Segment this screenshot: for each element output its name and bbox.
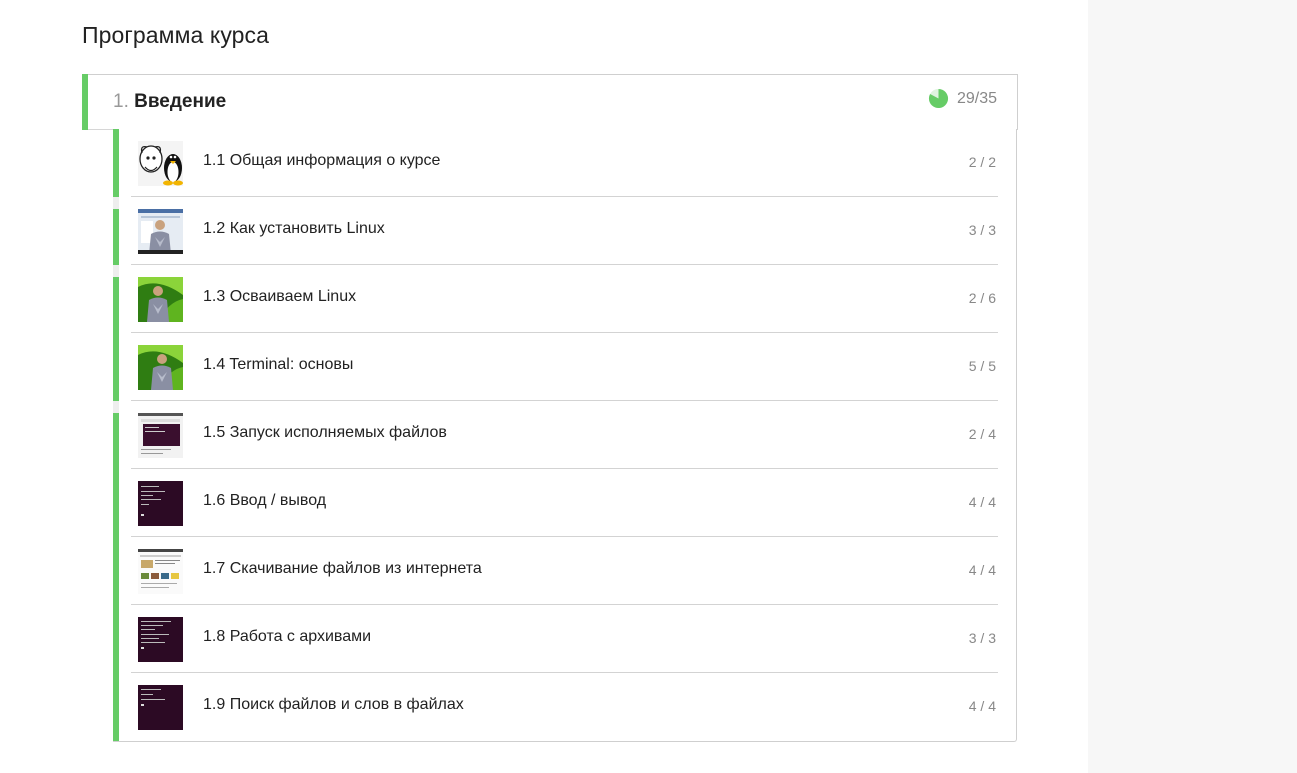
lesson-status-gap xyxy=(113,197,119,209)
lesson-status-bar xyxy=(113,605,119,673)
page-title: Программа курса xyxy=(82,22,270,48)
module-header[interactable]: 1. Введение 29/35 xyxy=(82,74,1018,130)
lesson-item[interactable]: 1.4 Terminal: основы 5 / 5 xyxy=(113,333,1016,401)
module-title[interactable]: 1. Введение xyxy=(113,91,226,113)
terminal-screenshot-icon xyxy=(138,481,183,526)
lesson-item[interactable]: 1.8 Работа с архивами 3 / 3 xyxy=(113,605,1016,673)
lesson-step-count: 4 / 4 xyxy=(968,494,996,510)
lesson-status-bar xyxy=(113,333,119,401)
module-progress: 29/35 xyxy=(928,88,997,109)
lesson-item[interactable]: 1.5 Запуск исполняемых файлов 2 / 4 xyxy=(113,401,1016,469)
presenter-video-icon xyxy=(138,209,183,254)
lesson-title[interactable]: 1.6 Ввод / вывод xyxy=(203,492,326,510)
lesson-item[interactable]: 1.3 Осваиваем Linux 2 / 6 xyxy=(113,265,1016,333)
tux-gnu-icon xyxy=(138,141,183,186)
course-module: 1. Введение 29/35 1.1 Общая информация о… xyxy=(82,74,1018,743)
lesson-status-bar xyxy=(113,129,119,197)
lesson-list: 1.1 Общая информация о курсе 2 / 2 1.2 К… xyxy=(113,129,1017,742)
lesson-title[interactable]: 1.8 Работа с архивами xyxy=(203,628,371,646)
lesson-status-bar xyxy=(113,413,119,469)
lesson-title[interactable]: 1.3 Осваиваем Linux xyxy=(203,288,356,306)
lesson-status-bar xyxy=(113,277,119,333)
lesson-status-bar xyxy=(113,209,119,265)
module-progress-text: 29/35 xyxy=(956,89,997,107)
website-screenshot-icon xyxy=(138,549,183,594)
module-progress-bar xyxy=(82,74,88,130)
lesson-step-count: 2 / 2 xyxy=(968,154,996,170)
terminal-screenshot-icon xyxy=(138,617,183,662)
presenter-green-video-icon xyxy=(138,345,183,390)
terminal-screenshot-icon xyxy=(138,413,183,458)
module-number: 1. xyxy=(113,91,129,112)
lesson-status-bar xyxy=(113,469,119,537)
lesson-status-gap xyxy=(113,265,119,277)
lesson-step-count: 2 / 6 xyxy=(968,290,996,306)
lesson-step-count: 4 / 4 xyxy=(968,562,996,578)
lesson-item[interactable]: 1.1 Общая информация о курсе 2 / 2 xyxy=(113,129,1016,197)
lesson-title[interactable]: 1.9 Поиск файлов и слов в файлах xyxy=(203,696,464,714)
progress-pie-icon xyxy=(928,88,948,109)
lesson-title[interactable]: 1.5 Запуск исполняемых файлов xyxy=(203,424,447,442)
lesson-item[interactable]: 1.7 Скачивание файлов из интернета 4 / 4 xyxy=(113,537,1016,605)
lesson-step-count: 2 / 4 xyxy=(968,426,996,442)
lesson-title[interactable]: 1.7 Скачивание файлов из интернета xyxy=(203,560,482,578)
lesson-title[interactable]: 1.2 Как установить Linux xyxy=(203,220,385,238)
lesson-status-bar xyxy=(113,537,119,605)
lesson-status-gap xyxy=(113,401,119,413)
lesson-status-bar xyxy=(113,673,119,741)
lesson-item[interactable]: 1.6 Ввод / вывод 4 / 4 xyxy=(113,469,1016,537)
lesson-item[interactable]: 1.9 Поиск файлов и слов в файлах 4 / 4 xyxy=(113,673,1016,741)
lesson-step-count: 3 / 3 xyxy=(968,630,996,646)
lesson-title[interactable]: 1.4 Terminal: основы xyxy=(203,356,353,374)
right-sidebar-panel xyxy=(1088,0,1297,773)
lesson-item[interactable]: 1.2 Как установить Linux 3 / 3 xyxy=(113,197,1016,265)
presenter-green-video-icon xyxy=(138,277,183,322)
lesson-step-count: 3 / 3 xyxy=(968,222,996,238)
lesson-step-count: 4 / 4 xyxy=(968,698,996,714)
terminal-screenshot-icon xyxy=(138,685,183,730)
lesson-title[interactable]: 1.1 Общая информация о курсе xyxy=(203,152,440,170)
module-name: Введение xyxy=(134,91,227,112)
lesson-step-count: 5 / 5 xyxy=(968,358,996,374)
